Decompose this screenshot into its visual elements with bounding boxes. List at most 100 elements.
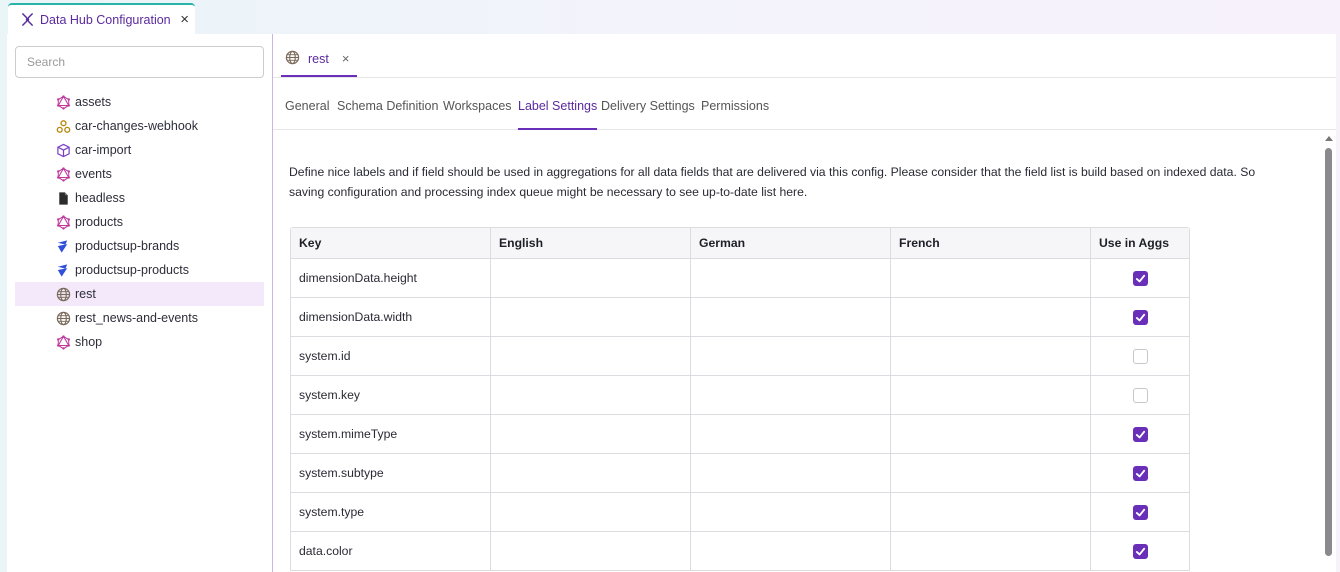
table-row: system.mimeType [291,415,1189,454]
use-in-aggs-checkbox[interactable] [1132,543,1148,559]
column-header-german: German [691,228,891,258]
sub-tab-bar: General Schema Definition Workspaces Lab… [273,86,1336,130]
tree-item-rest-news-and-events[interactable]: rest_news-and-events [15,306,264,330]
label-settings-table: Key English German French Use in Aggs di… [290,227,1190,571]
tree-item-label: car-changes-webhook [75,119,198,133]
close-icon[interactable]: × [342,51,350,66]
tree-item-label: headless [75,191,126,205]
use-in-aggs-cell [1091,454,1189,492]
english-label-cell[interactable] [491,454,691,492]
tree-item-productsup-products[interactable]: productsup-products [15,258,264,282]
use-in-aggs-cell [1091,376,1189,414]
table-header-row: Key English German French Use in Aggs [291,228,1189,259]
tree-item-car-changes-webhook[interactable]: car-changes-webhook [15,114,264,138]
app-tab-data-hub-configuration[interactable]: Data Hub Configuration × [8,3,195,34]
graphql-icon [55,94,71,110]
table-row: system.key [291,376,1189,415]
use-in-aggs-cell [1091,337,1189,375]
german-label-cell[interactable] [691,337,891,375]
tree-item-events[interactable]: events [15,162,264,186]
tree-item-car-import[interactable]: car-import [15,138,264,162]
config-tree: assets car-changes-webhook car-import event… [15,90,264,354]
table-row: dimensionData.width [291,298,1189,337]
french-label-cell[interactable] [891,532,1091,570]
use-in-aggs-checkbox[interactable] [1132,270,1148,286]
german-label-cell[interactable] [691,298,891,336]
french-label-cell[interactable] [891,454,1091,492]
table-row: system.id [291,337,1189,376]
english-label-cell[interactable] [491,415,691,453]
scrollbar-thumb[interactable] [1325,148,1332,556]
english-label-cell[interactable] [491,532,691,570]
tree-item-label: productsup-brands [75,239,180,253]
french-label-cell[interactable] [891,415,1091,453]
checkmark-icon [1135,429,1146,440]
english-label-cell[interactable] [491,337,691,375]
tab-schema-definition[interactable]: Schema Definition [337,99,438,130]
french-label-cell[interactable] [891,259,1091,297]
productsup-icon [55,262,71,278]
cube-icon [55,142,71,158]
tree-item-rest[interactable]: rest [15,282,264,306]
tab-workspaces[interactable]: Workspaces [443,99,512,130]
globe-icon [55,310,71,326]
table-row: data.color [291,532,1189,571]
scroll-up-arrow-icon[interactable] [1324,136,1333,141]
app-tab-title: Data Hub Configuration [40,12,171,27]
french-label-cell[interactable] [891,376,1091,414]
tree-item-shop[interactable]: shop [15,330,264,354]
german-label-cell[interactable] [691,532,891,570]
tree-item-label: shop [75,335,103,349]
doc-tab-rest[interactable]: rest × [281,42,357,77]
french-label-cell[interactable] [891,337,1091,375]
document-icon [55,190,71,206]
use-in-aggs-checkbox[interactable] [1132,504,1148,520]
key-cell: system.id [291,337,491,375]
checkmark-icon [1135,546,1146,557]
graphql-icon [55,214,71,230]
german-label-cell[interactable] [691,454,891,492]
use-in-aggs-cell [1091,493,1189,531]
table-row: system.subtype [291,454,1189,493]
search-input[interactable] [15,46,264,78]
tab-general[interactable]: General [285,99,329,130]
use-in-aggs-checkbox[interactable] [1132,426,1148,442]
vertical-scrollbar[interactable] [1324,132,1333,572]
column-header-key: Key [291,228,491,258]
english-label-cell[interactable] [491,259,691,297]
key-cell: system.mimeType [291,415,491,453]
use-in-aggs-cell [1091,298,1189,336]
use-in-aggs-checkbox[interactable] [1132,387,1148,403]
use-in-aggs-checkbox[interactable] [1132,348,1148,364]
checkmark-icon [1135,468,1146,479]
use-in-aggs-checkbox[interactable] [1132,309,1148,325]
german-label-cell[interactable] [691,493,891,531]
tree-item-label: rest_news-and-events [75,311,198,325]
tab-permissions[interactable]: Permissions [701,99,769,130]
close-icon[interactable]: × [180,12,189,27]
key-cell: dimensionData.width [291,298,491,336]
english-label-cell[interactable] [491,493,691,531]
french-label-cell[interactable] [891,298,1091,336]
french-label-cell[interactable] [891,493,1091,531]
german-label-cell[interactable] [691,376,891,414]
german-label-cell[interactable] [691,259,891,297]
datahub-sparkle-icon [19,12,35,28]
sidebar: assets car-changes-webhook car-import event… [7,34,273,572]
tree-item-products[interactable]: products [15,210,264,234]
table-row: system.type [291,493,1189,532]
tree-item-assets[interactable]: assets [15,90,264,114]
english-label-cell[interactable] [491,298,691,336]
use-in-aggs-cell [1091,259,1189,297]
german-label-cell[interactable] [691,415,891,453]
tree-item-label: events [75,167,112,181]
use-in-aggs-cell [1091,415,1189,453]
tree-item-productsup-brands[interactable]: productsup-brands [15,234,264,258]
tab-label-settings[interactable]: Label Settings [518,99,598,130]
tree-item-headless[interactable]: headless [15,186,264,210]
column-header-use-in-aggs: Use in Aggs [1099,236,1169,250]
webhook-icon [55,118,71,134]
use-in-aggs-checkbox[interactable] [1132,465,1148,481]
english-label-cell[interactable] [491,376,691,414]
tab-delivery-settings[interactable]: Delivery Settings [601,99,695,130]
